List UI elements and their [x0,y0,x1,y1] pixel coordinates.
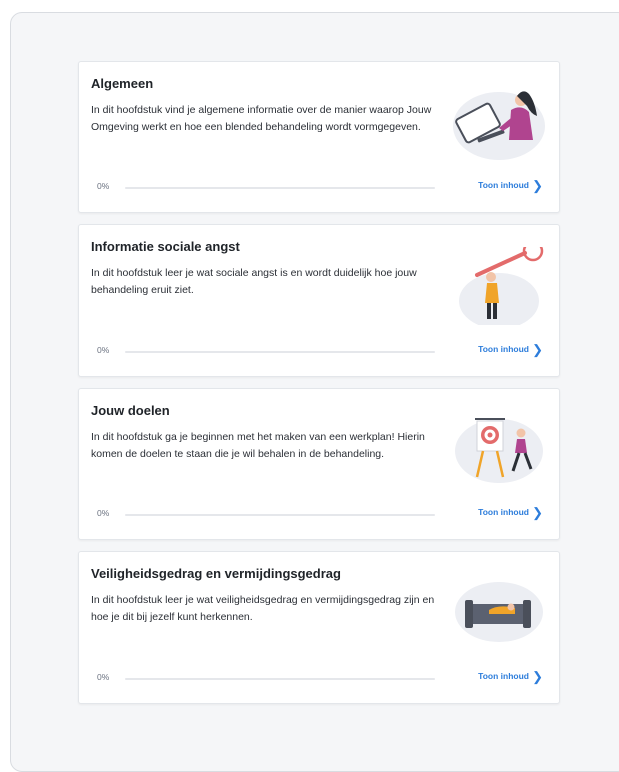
progress-percent: 0% [97,181,110,191]
chevron-right-icon[interactable]: ❯ [532,343,543,357]
progress-bar [125,514,435,516]
chapter-description: In dit hoofdstuk leer je wat sociale ang… [91,267,417,296]
progress-bar [125,678,435,680]
chapter-description: In dit hoofdstuk leer je wat veiligheids… [91,594,435,623]
progress-row: 0% Toon inhoud ❯ [97,506,543,521]
progress-percent: 0% [97,672,110,682]
chapter-title: Informatie sociale angst [91,239,240,254]
chevron-right-icon[interactable]: ❯ [532,179,543,193]
chapter-description: In dit hoofdstuk ga je beginnen met het … [91,431,425,460]
progress-percent: 0% [97,508,110,518]
progress-row: 0% Toon inhoud ❯ [97,343,543,358]
chapter-card-informatie-sociale-angst: Informatie sociale angst In dit hoofdstu… [78,224,560,377]
couch-illustration [455,582,543,642]
progress-bar [125,351,435,353]
chapter-description: In dit hoofdstuk vind je algemene inform… [91,104,432,133]
chapter-title: Algemeen [91,76,154,91]
progress-bar [125,187,435,189]
toon-inhoud-link[interactable]: Toon inhoud [478,344,529,354]
toon-inhoud-link[interactable]: Toon inhoud [478,671,529,681]
laptop-woman-illustration [453,91,545,160]
toon-inhoud-link[interactable]: Toon inhoud [478,180,529,190]
chapter-card-veiligheidsgedrag: Veiligheidsgedrag en vermijdingsgedrag I… [78,551,560,704]
chapter-card-algemeen: Algemeen In dit hoofdstuk vind je algeme… [78,61,560,213]
toon-inhoud-link[interactable]: Toon inhoud [478,507,529,517]
magnifier-person-illustration [459,247,544,325]
chevron-right-icon[interactable]: ❯ [532,670,543,684]
target-board-illustration [455,418,543,483]
chapter-title: Veiligheidsgedrag en vermijdingsgedrag [91,566,341,581]
chapter-card-jouw-doelen: Jouw doelen In dit hoofdstuk ga je begin… [78,388,560,540]
progress-row: 0% Toon inhoud ❯ [97,179,543,194]
chevron-right-icon[interactable]: ❯ [532,506,543,520]
progress-percent: 0% [97,345,110,355]
progress-row: 0% Toon inhoud ❯ [97,670,543,685]
chapter-title: Jouw doelen [91,403,170,418]
